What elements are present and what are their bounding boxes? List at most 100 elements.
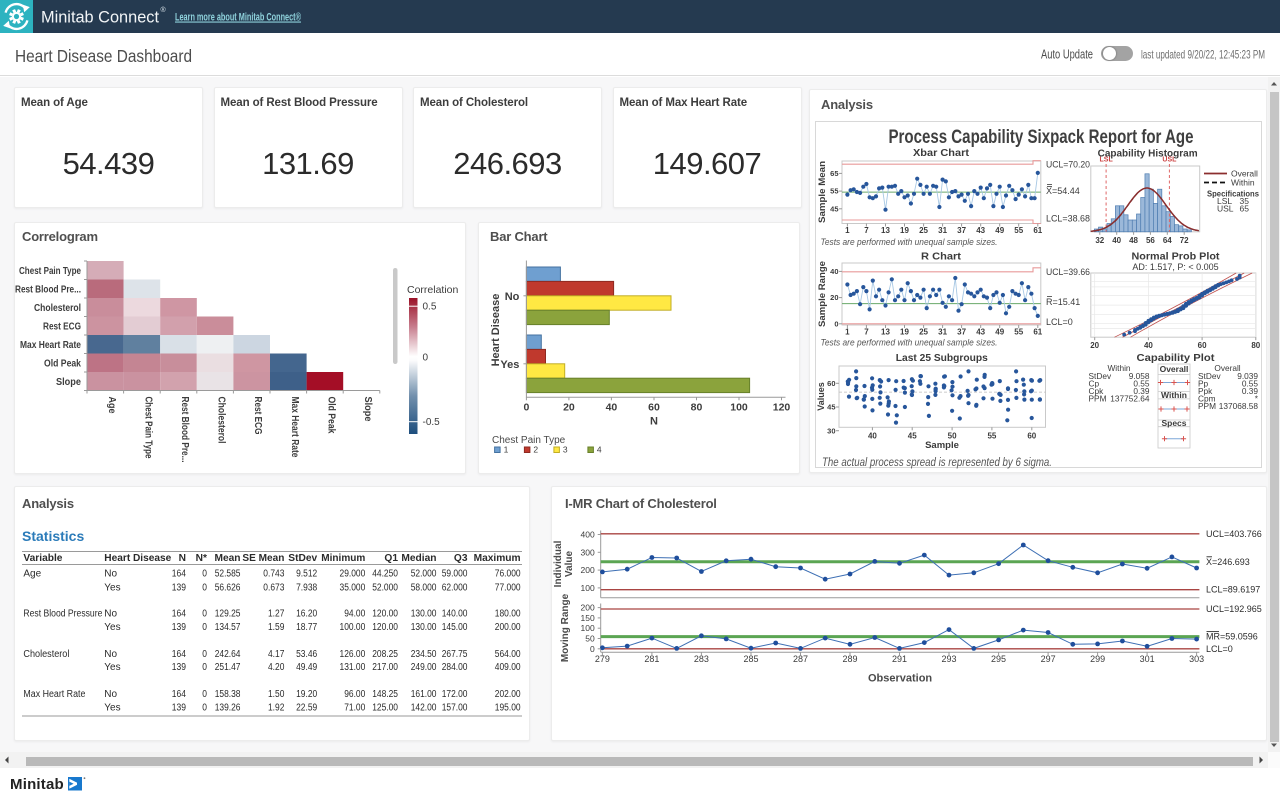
svg-text:0: 0 <box>202 609 207 620</box>
svg-text:161.00: 161.00 <box>411 689 437 700</box>
svg-text:129.25: 129.25 <box>215 609 241 620</box>
svg-text:291: 291 <box>892 654 907 664</box>
svg-text:59.000: 59.000 <box>442 569 468 580</box>
svg-text:The actual process spread is r: The actual process spread is represented… <box>822 457 1052 469</box>
svg-text:Heart Disease: Heart Disease <box>104 553 171 564</box>
svg-text:No: No <box>104 569 117 580</box>
svg-text:LSL: LSL <box>1100 157 1114 164</box>
svg-text:22.59: 22.59 <box>296 702 317 713</box>
svg-text:0: 0 <box>834 319 838 328</box>
svg-text:MR=59.0596: MR=59.0596 <box>1206 632 1258 642</box>
svg-text:45: 45 <box>827 403 835 412</box>
svg-text:130.00: 130.00 <box>411 609 437 620</box>
svg-text:Cholesterol: Cholesterol <box>34 303 81 314</box>
svg-text:Q1: Q1 <box>384 553 398 564</box>
svg-text:0: 0 <box>202 662 207 673</box>
svg-text:130.00: 130.00 <box>411 622 437 633</box>
svg-text:last updated 9/20/22, 12:45:23: last updated 9/20/22, 12:45:23 PM <box>1141 48 1265 62</box>
svg-text:Heart Disease: Heart Disease <box>490 294 502 367</box>
svg-text:No: No <box>104 609 117 620</box>
svg-text:25: 25 <box>919 328 928 337</box>
svg-text:Max Heart Rate: Max Heart Rate <box>289 397 300 458</box>
svg-text:45: 45 <box>830 204 838 213</box>
svg-text:65: 65 <box>830 169 838 178</box>
svg-text:208.25: 208.25 <box>372 649 398 660</box>
svg-text:295: 295 <box>991 654 1006 664</box>
svg-text:217.00: 217.00 <box>372 662 398 673</box>
svg-text:0: 0 <box>523 401 529 413</box>
svg-text:64: 64 <box>1163 236 1172 245</box>
svg-text:PPM: PPM <box>1198 401 1216 411</box>
svg-text:53.46: 53.46 <box>296 649 317 660</box>
svg-text:3: 3 <box>563 445 568 455</box>
svg-text:40: 40 <box>830 267 838 276</box>
svg-text:164: 164 <box>172 569 187 580</box>
svg-text:7: 7 <box>864 328 869 337</box>
svg-text:LCL=0: LCL=0 <box>1206 644 1233 654</box>
svg-text:120.00: 120.00 <box>372 622 398 633</box>
svg-text:126.00: 126.00 <box>340 649 366 660</box>
svg-text:Specifications: Specifications <box>1207 189 1259 199</box>
svg-text:Within: Within <box>1161 390 1187 400</box>
svg-text:48: 48 <box>1129 236 1138 245</box>
svg-text:Chest Pain Type: Chest Pain Type <box>142 397 153 459</box>
svg-text:Values: Values <box>816 382 826 411</box>
svg-text:100: 100 <box>581 623 595 633</box>
svg-text:Normal Prob Plot: Normal Prob Plot <box>1132 251 1221 263</box>
svg-text:Yes: Yes <box>104 622 120 633</box>
svg-text:172.00: 172.00 <box>442 689 468 700</box>
svg-text:SE Mean: SE Mean <box>242 553 284 564</box>
svg-text:289: 289 <box>842 654 857 664</box>
svg-text:100: 100 <box>730 401 748 413</box>
svg-text:1: 1 <box>845 226 850 235</box>
svg-text:Cholesterol: Cholesterol <box>23 649 69 660</box>
svg-text:137068.58: 137068.58 <box>1219 401 1259 411</box>
svg-text:Cholesterol: Cholesterol <box>216 397 227 444</box>
svg-text:44.250: 44.250 <box>372 569 398 580</box>
svg-text:35.000: 35.000 <box>340 582 366 593</box>
svg-text:96.00: 96.00 <box>344 689 365 700</box>
svg-text:94.00: 94.00 <box>344 609 365 620</box>
svg-text:71.00: 71.00 <box>344 702 365 713</box>
svg-text:100: 100 <box>581 583 595 593</box>
svg-text:Minitab Connect: Minitab Connect <box>41 8 159 27</box>
svg-text:131.00: 131.00 <box>340 662 366 673</box>
svg-text:150: 150 <box>581 613 595 623</box>
svg-text:Q3: Q3 <box>454 553 468 564</box>
svg-text:0: 0 <box>202 582 207 593</box>
svg-text:195.00: 195.00 <box>495 702 521 713</box>
svg-text:UCL=39.66: UCL=39.66 <box>1046 267 1090 277</box>
svg-text:284.00: 284.00 <box>442 662 468 673</box>
svg-text:279: 279 <box>595 654 610 664</box>
svg-text:55: 55 <box>830 187 838 196</box>
svg-text:AD: 1.517, P: < 0.005: AD: 1.517, P: < 0.005 <box>1132 262 1218 272</box>
svg-text:No: No <box>104 649 117 660</box>
svg-text:Yes: Yes <box>104 702 120 713</box>
svg-text:7.938: 7.938 <box>296 582 317 593</box>
svg-text:58.000: 58.000 <box>411 582 437 593</box>
svg-text:Process Capability Sixpack Rep: Process Capability Sixpack Report for Ag… <box>889 127 1194 148</box>
svg-text:55: 55 <box>1014 328 1023 337</box>
svg-text:N: N <box>650 415 658 427</box>
svg-text:139: 139 <box>172 662 187 673</box>
svg-text:PPM: PPM <box>1089 394 1107 404</box>
svg-text:49: 49 <box>995 328 1004 337</box>
svg-text:Yes: Yes <box>104 582 120 593</box>
svg-text:Minimum: Minimum <box>321 553 365 564</box>
svg-text:Variable: Variable <box>23 553 62 564</box>
svg-text:139: 139 <box>172 582 187 593</box>
svg-text:0: 0 <box>202 649 207 660</box>
svg-text:281: 281 <box>644 654 659 664</box>
svg-text:Capability Plot: Capability Plot <box>1137 352 1216 364</box>
svg-text:56: 56 <box>1146 236 1155 245</box>
svg-text:65: 65 <box>1240 204 1250 214</box>
svg-text:40: 40 <box>606 401 618 413</box>
svg-text:283: 283 <box>694 654 709 664</box>
svg-text:4.17: 4.17 <box>268 649 285 660</box>
svg-text:125.00: 125.00 <box>372 702 398 713</box>
svg-text:®: ® <box>161 6 167 14</box>
svg-text:61: 61 <box>1033 226 1042 235</box>
svg-text:564.00: 564.00 <box>495 649 521 660</box>
svg-text:120: 120 <box>773 401 791 413</box>
svg-text:19.20: 19.20 <box>296 689 317 700</box>
